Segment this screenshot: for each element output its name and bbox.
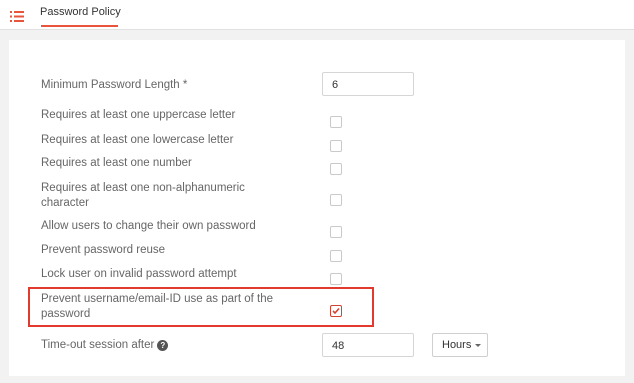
min-length-label: Minimum Password Length * — [41, 79, 188, 91]
nonalnum-label: Requires at least one non-alphanumeric c… — [41, 182, 245, 209]
number-checkbox[interactable] — [330, 163, 342, 175]
uppercase-label: Requires at least one uppercase letter — [41, 109, 236, 121]
lock-checkbox[interactable] — [330, 273, 342, 285]
timeout-unit-label: Hours — [442, 339, 472, 351]
timeout-unit-dropdown[interactable]: Hours — [432, 333, 488, 357]
number-label: Requires at least one number — [41, 157, 192, 169]
change-own-checkbox[interactable] — [330, 226, 342, 238]
top-bar: Password Policy — [0, 0, 634, 30]
reuse-checkbox[interactable] — [330, 250, 342, 262]
timeout-label: Time-out session after? — [41, 338, 271, 353]
uppercase-checkbox[interactable] — [330, 116, 342, 128]
min-length-input[interactable]: 6 — [322, 72, 414, 96]
chevron-down-icon — [475, 344, 481, 347]
tab-password-policy[interactable]: Password Policy — [40, 6, 121, 18]
highlight-box — [28, 287, 374, 327]
nonalnum-checkbox[interactable] — [330, 194, 342, 206]
help-icon[interactable]: ? — [157, 340, 169, 351]
change-own-label: Allow users to change their own password — [41, 220, 256, 232]
timeout-label-text: Time-out session after — [41, 339, 155, 351]
lowercase-checkbox[interactable] — [330, 140, 342, 152]
lock-label: Lock user on invalid password attempt — [41, 268, 237, 280]
timeout-input[interactable]: 48 — [322, 333, 414, 357]
active-tab-indicator — [41, 25, 118, 27]
list-menu-icon[interactable] — [10, 11, 24, 22]
lowercase-label: Requires at least one lowercase letter — [41, 134, 234, 146]
reuse-label: Prevent password reuse — [41, 244, 166, 256]
